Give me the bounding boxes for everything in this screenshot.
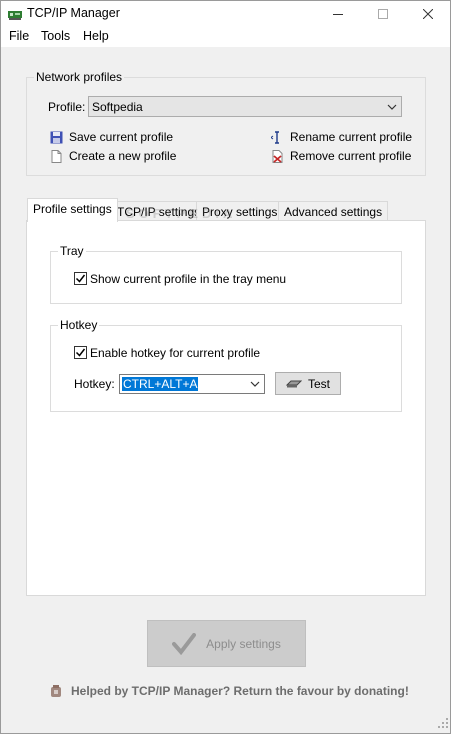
chevron-down-icon [250,378,260,392]
tray-legend: Tray [58,244,86,258]
apply-settings-label: Apply settings [206,636,281,651]
remove-profile-action[interactable]: Remove current profile [271,148,411,164]
profile-settings-panel: Tray Show current profile in the tray me… [26,220,426,596]
test-hotkey-button[interactable]: Test [275,372,341,395]
tray-group: Tray Show current profile in the tray me… [50,244,402,304]
rename-profile-label: Rename current profile [290,130,413,144]
donate-text: Helped by TCP/IP Manager? Return the fav… [71,684,409,698]
donate-link[interactable]: Helped by TCP/IP Manager? Return the fav… [49,684,409,698]
menu-file[interactable]: File [9,29,29,43]
enable-hotkey-checkbox[interactable] [74,346,87,359]
profile-dropdown[interactable]: Softpedia [88,96,402,117]
remove-profile-label: Remove current profile [290,149,412,163]
create-profile-action[interactable]: Create a new profile [50,148,176,164]
watermark: SOFTPEDIA [126,206,237,221]
hotkey-value: CTRL+ALT+A [122,377,199,391]
apply-settings-button[interactable]: Apply settings [147,620,306,667]
chevron-down-icon [387,101,397,115]
new-document-icon [51,149,62,163]
app-window: TCP/IP Manager File Tools Help Network p… [0,0,451,734]
menu-bar: File Tools Help [1,27,450,47]
menu-tools[interactable]: Tools [41,29,70,43]
show-in-tray-label[interactable]: Show current profile in the tray menu [90,272,286,286]
checkmark-icon [75,348,86,357]
network-profiles-group: Network profiles Profile: Softpedia Save… [26,70,426,176]
test-hotkey-label: Test [307,376,330,391]
profile-label: Profile: [48,100,86,114]
hotkey-dropdown[interactable]: CTRL+ALT+A [119,374,265,394]
tab-profile-settings[interactable]: Profile settings [27,198,118,222]
network-card-icon [8,9,22,20]
maximize-button[interactable] [360,1,405,27]
profile-dropdown-value: Softpedia [92,100,143,114]
close-icon [422,9,433,19]
rename-profile-action[interactable]: Rename current profile [271,129,412,145]
remove-document-icon [272,149,283,163]
minimize-icon [332,14,343,15]
save-profile-action[interactable]: Save current profile [50,129,173,145]
window-title: TCP/IP Manager [27,6,120,20]
title-bar[interactable]: TCP/IP Manager [1,1,450,27]
resize-grip-icon[interactable] [438,717,448,731]
checkmark-icon [75,274,86,283]
hotkey-legend: Hotkey [58,318,100,332]
enable-hotkey-label[interactable]: Enable hotkey for current profile [90,346,260,360]
money-bag-icon [51,685,61,697]
create-profile-label: Create a new profile [69,149,177,163]
keyboard-key-icon [285,380,302,387]
maximize-icon [377,9,388,19]
checkmark-icon [172,632,197,655]
tab-advanced-settings[interactable]: Advanced settings [278,201,389,222]
floppy-disk-icon [50,131,63,143]
network-profiles-legend: Network profiles [34,70,125,84]
rename-cursor-icon [271,130,279,144]
hotkey-group: Hotkey Enable hotkey for current profile… [50,318,402,412]
show-in-tray-checkbox[interactable] [74,272,87,285]
close-button[interactable] [405,1,450,27]
save-profile-label: Save current profile [69,130,174,144]
menu-help[interactable]: Help [83,29,109,43]
hotkey-label: Hotkey: [74,377,115,391]
minimize-button[interactable] [315,1,360,27]
